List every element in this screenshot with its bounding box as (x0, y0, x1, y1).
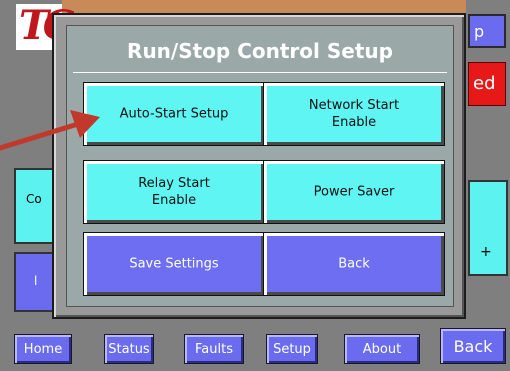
hmi-screen: TC p ed Co l + Home Status Faults Setup … (0, 0, 510, 371)
annotation-arrow-icon (0, 110, 100, 151)
